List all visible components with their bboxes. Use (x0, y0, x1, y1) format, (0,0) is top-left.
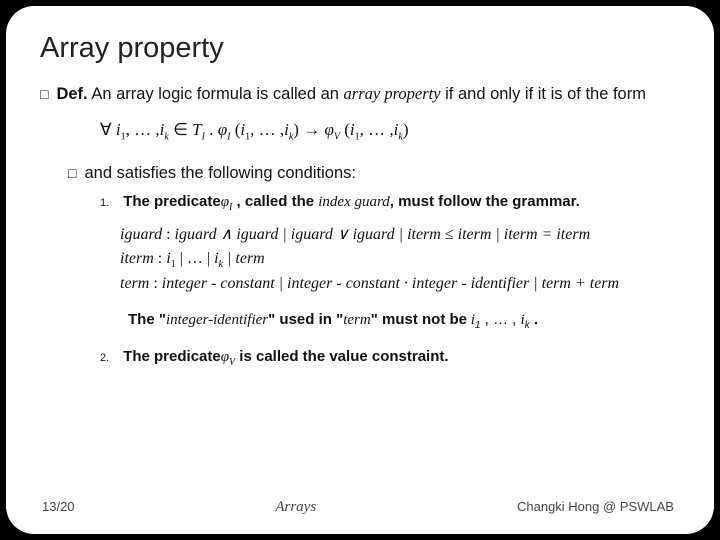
bullet-icon: □ (40, 83, 48, 105)
slide-title: Array property (40, 32, 680, 65)
g3b: : (149, 275, 161, 292)
item2-b: is called the value constraint. (235, 348, 448, 365)
f-close2: ) (403, 120, 409, 139)
list-item-1: 1. The predicateφI , called the index gu… (100, 192, 680, 215)
item2-phi: φ (221, 349, 229, 365)
conditions-intro-row: □ and satisfies the following conditions… (68, 162, 680, 184)
g1c: iguard ∧ iguard | iguard ∨ iguard | iter… (175, 226, 591, 243)
grammar-line-2: iterm : i1 | … | ik | term (120, 247, 680, 272)
g3a: term (120, 275, 149, 292)
item1-b: , called the (232, 193, 318, 210)
note-var1: i (467, 312, 475, 328)
f-phiI: φ (218, 120, 227, 139)
note-c: " must not be (371, 311, 467, 328)
footer-author: Changki Hong @ PSWLAB (517, 499, 674, 514)
conditions-intro: and satisfies the following conditions: (84, 162, 356, 184)
item1-text: The predicateφI , called the index guard… (123, 192, 580, 215)
f-argdots: , … , (250, 120, 284, 139)
f-dots: , … , (126, 120, 160, 139)
slide: Array property □ Def. An array logic for… (6, 6, 714, 534)
item1-phi: φ (221, 194, 229, 210)
g2d: | … | (176, 250, 214, 267)
def-text-b: if and only if it is of the form (441, 85, 646, 103)
f-open2: ( (340, 120, 350, 139)
f-in: ∈ (173, 120, 192, 139)
numbered-list-2: 2. The predicateφV is called the value c… (100, 347, 680, 370)
main-formula: ∀ i1, … ,ik ∈ TI . φI (i1, … ,ik) → φV (… (100, 119, 680, 144)
f-close1: ) (293, 120, 299, 139)
g2a: iterm (120, 250, 154, 267)
g2b: : (154, 250, 166, 267)
note-tail: . (530, 311, 538, 328)
definition-row: □ Def. An array logic formula is called … (40, 83, 680, 105)
forall: ∀ (100, 120, 112, 139)
g3c: integer - constant | integer - constant … (162, 275, 619, 292)
note-term2: term (343, 312, 371, 328)
page-number: 13/20 (42, 499, 75, 514)
note-dots: , … , (480, 311, 520, 328)
note-b: " used in " (268, 311, 343, 328)
num-2: 2. (100, 351, 109, 366)
item2-a: The predicate (123, 348, 221, 365)
item1-term: index guard (318, 194, 390, 210)
grammar-block: iguard : iguard ∧ iguard | iguard ∨ igua… (120, 223, 680, 296)
footer: 13/20 Arrays Changki Hong @ PSWLAB (40, 499, 680, 520)
definition-text: Def. An array logic formula is called an… (56, 83, 646, 105)
list-item-2: 2. The predicateφV is called the value c… (100, 347, 680, 370)
note-term1: integer-identifier (166, 312, 268, 328)
num-1: 1. (100, 196, 109, 211)
f-argdots2: , … , (360, 120, 394, 139)
item1-c: , must follow the grammar. (390, 193, 580, 210)
footer-title: Arrays (275, 499, 316, 516)
f-subk: k (164, 132, 168, 143)
f-T: T (192, 120, 201, 139)
bullet-icon-sub: □ (68, 162, 76, 184)
grammar-line-1: iguard : iguard ∧ iguard | iguard ∨ igua… (120, 223, 680, 247)
g1a: iguard (120, 226, 162, 243)
g1b: : (162, 226, 174, 243)
def-text-a: An array logic formula is called an (91, 85, 343, 103)
def-label: Def. (56, 85, 87, 103)
f-dot: . (205, 120, 218, 139)
slide-body: □ Def. An array logic formula is called … (40, 83, 680, 499)
note-line: The "integer-identifier" used in "term" … (128, 310, 680, 333)
def-term: array property (344, 84, 441, 103)
note-a: The " (128, 311, 166, 328)
grammar-line-3: term : integer - constant | integer - co… (120, 272, 680, 296)
item2-text: The predicateφV is called the value cons… (123, 347, 448, 370)
item1-a: The predicate (123, 193, 221, 210)
f-open1: ( (230, 120, 240, 139)
numbered-list: 1. The predicateφI , called the index gu… (100, 192, 680, 215)
f-arrow: → (303, 120, 324, 139)
f-phiV: φ (324, 120, 333, 139)
g2f: | term (223, 250, 265, 267)
